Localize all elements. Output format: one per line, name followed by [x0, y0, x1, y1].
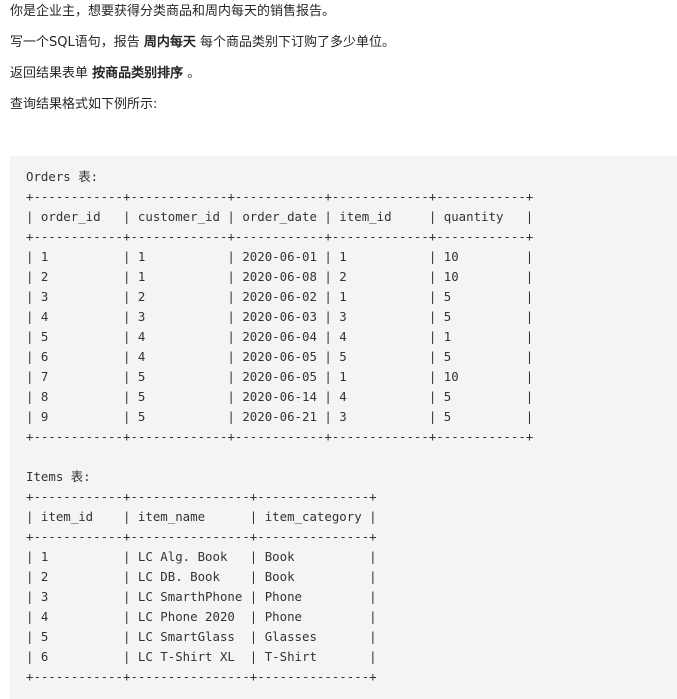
orders-table-row: | 3 | 2 | 2020-06-02 | 1 | 5 | [26, 289, 534, 304]
intro-line-3-bold: 按商品类别排序 [92, 66, 184, 81]
code-text: Orders 表: +------------+-------------+---… [26, 167, 533, 687]
intro-line-3-tail: 。 [183, 66, 201, 81]
items-table-border-top: +------------+----------------+---------… [26, 489, 377, 504]
orders-table-row: | 7 | 5 | 2020-06-05 | 1 | 10 | [26, 369, 534, 384]
intro-line-1: 你是企业主，想要获得分类商品和周内每天的销售报告。 [10, 4, 336, 19]
orders-table-row: | 8 | 5 | 2020-06-14 | 4 | 5 | [26, 389, 534, 404]
items-table-row: | 5 | LC SmartGlass | Glasses | [26, 629, 377, 644]
orders-table-header: | order_id | customer_id | order_date | … [26, 209, 534, 224]
orders-table-row: | 1 | 1 | 2020-06-01 | 1 | 10 | [26, 249, 534, 264]
orders-table-row: | 2 | 1 | 2020-06-08 | 2 | 10 | [26, 269, 534, 284]
intro-line-3: 返回结果表单 按商品类别排序 。 [10, 65, 200, 83]
intro-line-3-text: 返回结果表单 [10, 66, 93, 81]
orders-table-row: | 9 | 5 | 2020-06-21 | 3 | 5 | [26, 409, 534, 424]
code-block: Orders 表: +------------+-------------+---… [10, 156, 677, 699]
orders-table-row: | 6 | 4 | 2020-06-05 | 5 | 5 | [26, 349, 534, 364]
items-table-border-mid: +------------+----------------+---------… [26, 529, 377, 544]
items-table-border-bottom: +------------+----------------+---------… [26, 669, 377, 684]
intro-line-2: 写一个SQL语句，报告 周内每天 每个商品类别下订购了多少单位。 [10, 34, 395, 52]
intro-line-2-bold: 周内每天 [143, 35, 196, 50]
orders-table-row: | 4 | 3 | 2020-06-03 | 3 | 5 | [26, 309, 534, 324]
items-table-row: | 2 | LC DB. Book | Book | [26, 569, 377, 584]
intro-line-2-text: 写一个SQL语句，报告 [10, 35, 144, 50]
items-table-title: Items 表: [26, 469, 91, 484]
orders-table-title: Orders 表: [26, 169, 99, 184]
items-table-header: | item_id | item_name | item_category | [26, 509, 377, 524]
orders-table-border-top: +------------+-------------+------------… [26, 189, 534, 204]
items-table-row: | 4 | LC Phone 2020 | Phone | [26, 609, 377, 624]
orders-table-border-mid: +------------+-------------+------------… [26, 229, 534, 244]
orders-table-border-bottom: +------------+-------------+------------… [26, 429, 534, 444]
items-table-row: | 1 | LC Alg. Book | Book | [26, 549, 377, 564]
orders-table-row: | 5 | 4 | 2020-06-04 | 4 | 1 | [26, 329, 534, 344]
intro-line-2-tail: 每个商品类别下订购了多少单位。 [195, 35, 396, 50]
intro-line-4: 查询结果格式如下例所示: [10, 97, 158, 112]
items-table-row: | 6 | LC T-Shirt XL | T-Shirt | [26, 649, 377, 664]
items-table-row: | 3 | LC SmarthPhone | Phone | [26, 589, 377, 604]
